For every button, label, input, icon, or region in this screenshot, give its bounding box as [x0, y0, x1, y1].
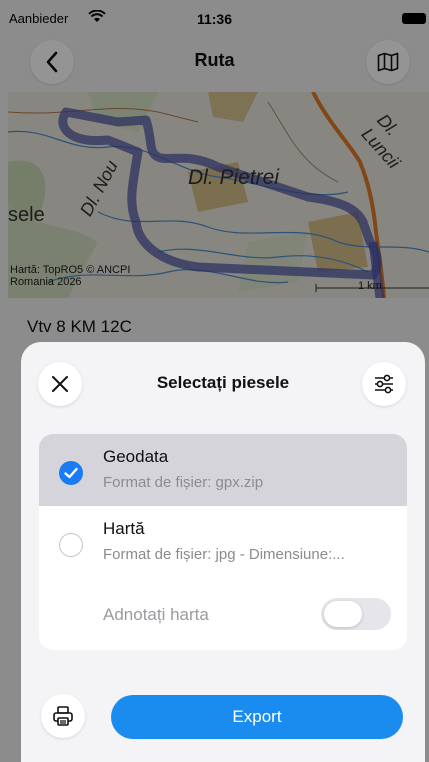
option-title: Geodata — [103, 447, 169, 466]
settings-button[interactable] — [362, 362, 406, 406]
toggle-knob — [324, 601, 362, 627]
annotate-map-row: Adnotați harta — [39, 580, 407, 650]
annotate-map-label: Adnotați harta — [103, 605, 209, 624]
parts-list: Geodata Format de fișier: gpx.zip Hartă … — [39, 434, 407, 650]
printer-icon — [53, 706, 73, 726]
option-geodata[interactable]: Geodata Format de fișier: gpx.zip — [39, 434, 407, 506]
annotate-map-toggle[interactable] — [321, 598, 391, 630]
option-subtitle: Format de fișier: jpg - Dimensiune:... — [103, 546, 345, 563]
option-subtitle: Format de fișier: gpx.zip — [103, 474, 264, 491]
print-button[interactable] — [41, 694, 85, 738]
option-title: Hartă — [103, 519, 145, 538]
checkmark-icon[interactable] — [59, 461, 83, 485]
export-button[interactable]: Export — [111, 695, 403, 739]
sliders-icon — [375, 374, 393, 394]
export-sheet: Selectați piesele Geodata Format de fiși… — [21, 342, 425, 762]
option-map[interactable]: Hartă Format de fișier: jpg - Dimensiune… — [39, 506, 407, 578]
radio-icon[interactable] — [59, 533, 83, 557]
